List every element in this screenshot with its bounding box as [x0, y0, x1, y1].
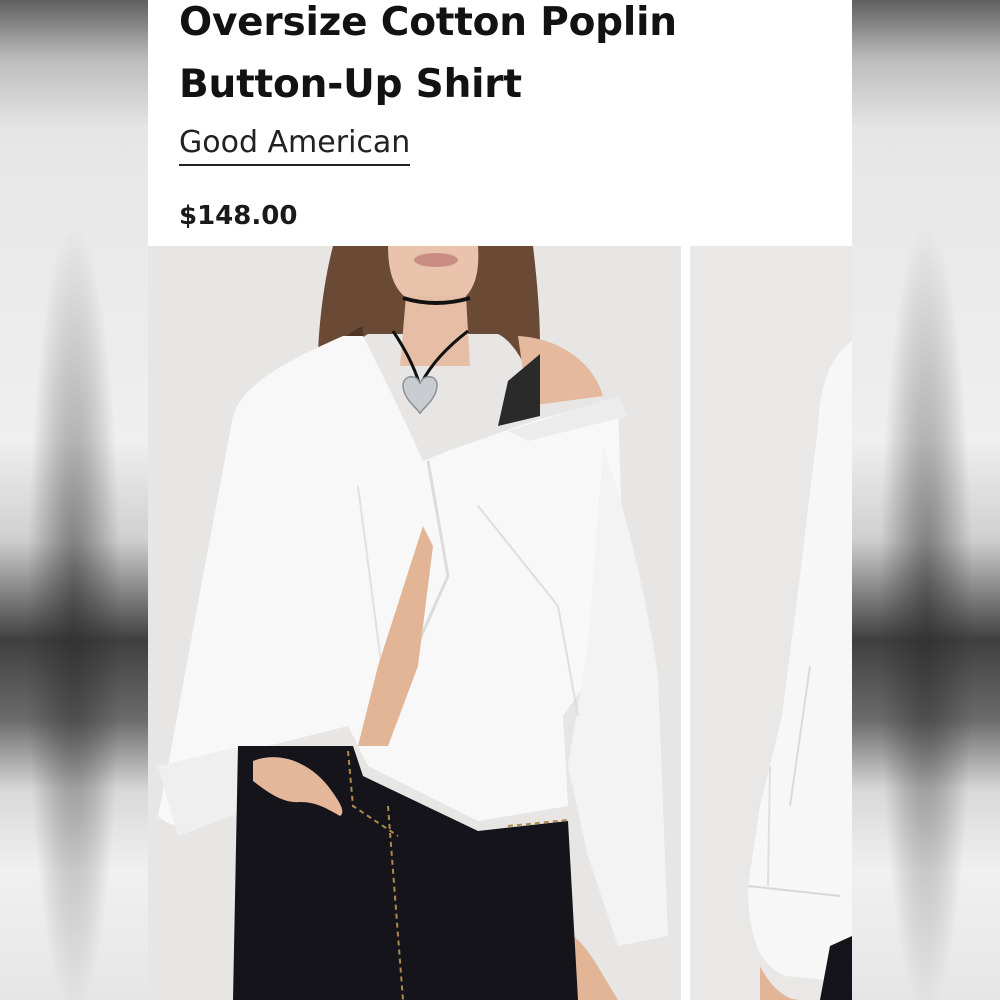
- image-carousel[interactable]: [148, 246, 852, 1000]
- product-image-main[interactable]: [148, 246, 681, 1000]
- product-price: $148.00: [179, 201, 298, 231]
- product-image-next[interactable]: [690, 246, 852, 1000]
- model-side-shirt-photo: [690, 246, 852, 1000]
- model-front-shirt-photo: [148, 246, 681, 1000]
- product-card: Oversize Cotton Poplin Button-Up Shirt G…: [148, 0, 852, 1000]
- product-title: Oversize Cotton Poplin Button-Up Shirt: [179, 0, 677, 107]
- brand-link[interactable]: Good American: [179, 124, 411, 166]
- screen: Oversize Cotton Poplin Button-Up Shirt G…: [0, 0, 1000, 1000]
- blurred-backdrop-left: [0, 0, 148, 1000]
- blurred-backdrop-right: [852, 0, 1000, 1000]
